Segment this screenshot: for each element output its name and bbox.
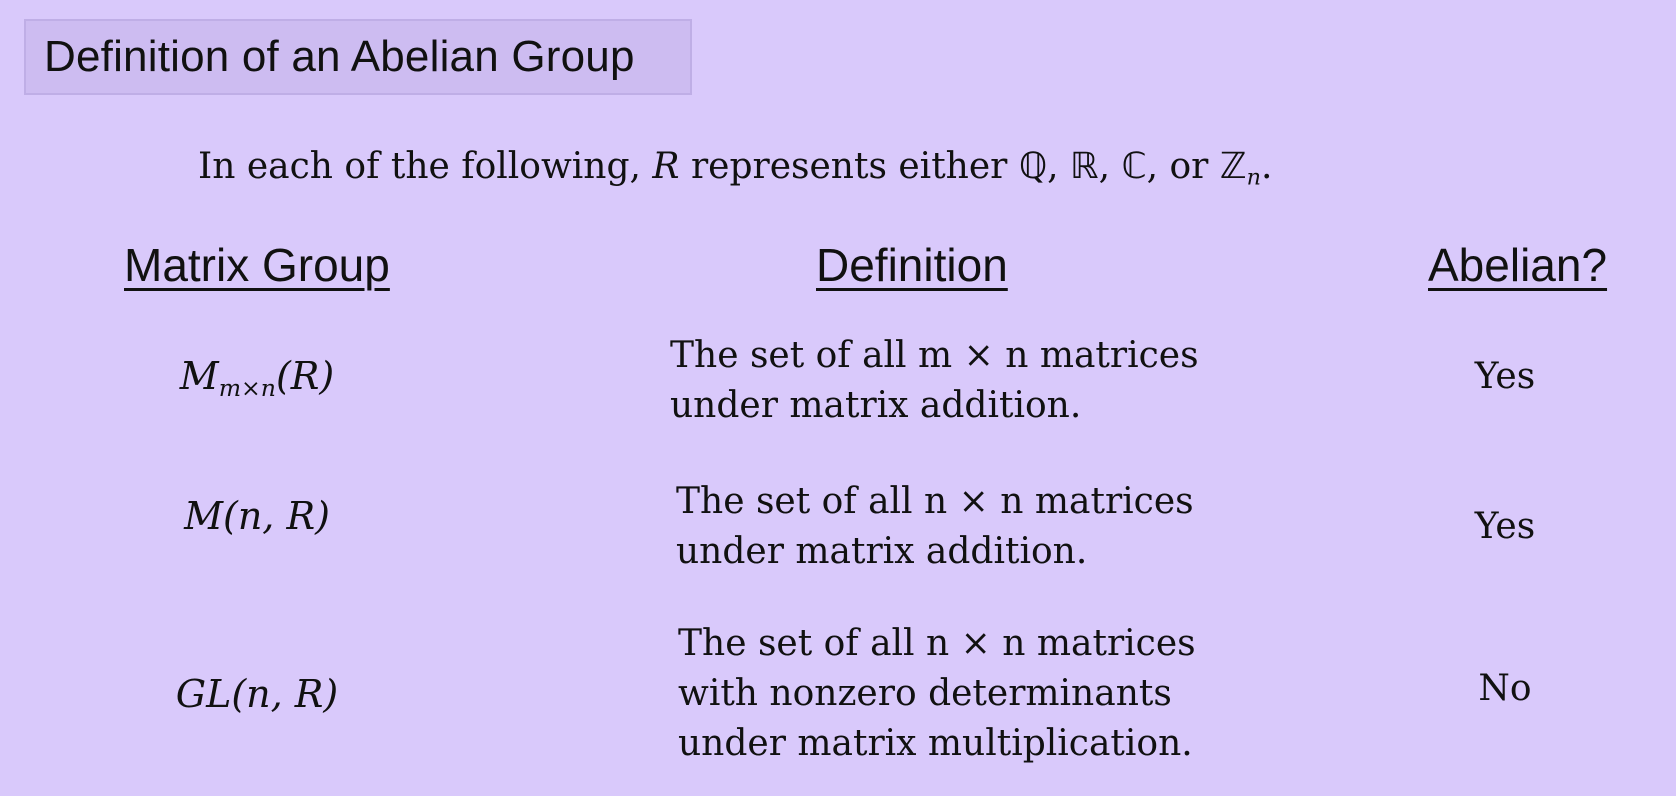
definition-line: under matrix multiplication. bbox=[678, 723, 1193, 764]
definition-row-2: The set of all n × n matrices under matr… bbox=[676, 477, 1194, 577]
intro-variable: R bbox=[652, 146, 680, 187]
set-rationals: ℚ bbox=[1018, 146, 1048, 187]
group-tail: (R) bbox=[275, 354, 335, 398]
definition-row-3: The set of all n × n matrices with nonze… bbox=[678, 619, 1196, 769]
definition-line: The set of all n × n matrices bbox=[678, 623, 1196, 664]
group-subscript: m×n bbox=[218, 374, 276, 403]
definition-line: under matrix addition. bbox=[670, 385, 1082, 426]
slide-title-box: Definition of an Abelian Group bbox=[24, 19, 692, 95]
definition-line: with nonzero determinants bbox=[678, 673, 1172, 714]
header-definition: Definition bbox=[816, 239, 1008, 291]
abelian-answer-row-1: Yes bbox=[1474, 356, 1536, 397]
definition-line: under matrix addition. bbox=[676, 531, 1088, 572]
abelian-answer-row-2: Yes bbox=[1474, 506, 1536, 547]
header-abelian: Abelian? bbox=[1428, 239, 1608, 291]
set-subscript: n bbox=[1246, 164, 1262, 191]
slide-title: Definition of an Abelian Group bbox=[44, 32, 635, 81]
group-name-row-3: GL(n, R) bbox=[175, 672, 339, 716]
definition-line: The set of all m × n matrices bbox=[670, 335, 1199, 376]
definition-row-1: The set of all m × n matrices under matr… bbox=[670, 331, 1199, 431]
set-reals: ℝ bbox=[1070, 146, 1099, 187]
group-name-row-2: M(n, R) bbox=[184, 494, 330, 538]
group-name-row-1: Mm×n(R) bbox=[97, 354, 417, 400]
set-complex: ℂ bbox=[1121, 146, 1147, 187]
intro-sentence: In each of the following, R represents e… bbox=[198, 146, 1273, 191]
definition-line: The set of all n × n matrices bbox=[676, 481, 1194, 522]
abelian-answer-row-3: No bbox=[1478, 668, 1532, 709]
group-base: M bbox=[179, 354, 219, 398]
intro-or: or bbox=[1169, 146, 1209, 187]
intro-prefix: In each of the following, bbox=[198, 146, 653, 187]
intro-middle: represents either bbox=[679, 146, 1019, 187]
header-matrix-group: Matrix Group bbox=[124, 239, 390, 291]
set-integers-mod: ℤ bbox=[1219, 146, 1247, 187]
